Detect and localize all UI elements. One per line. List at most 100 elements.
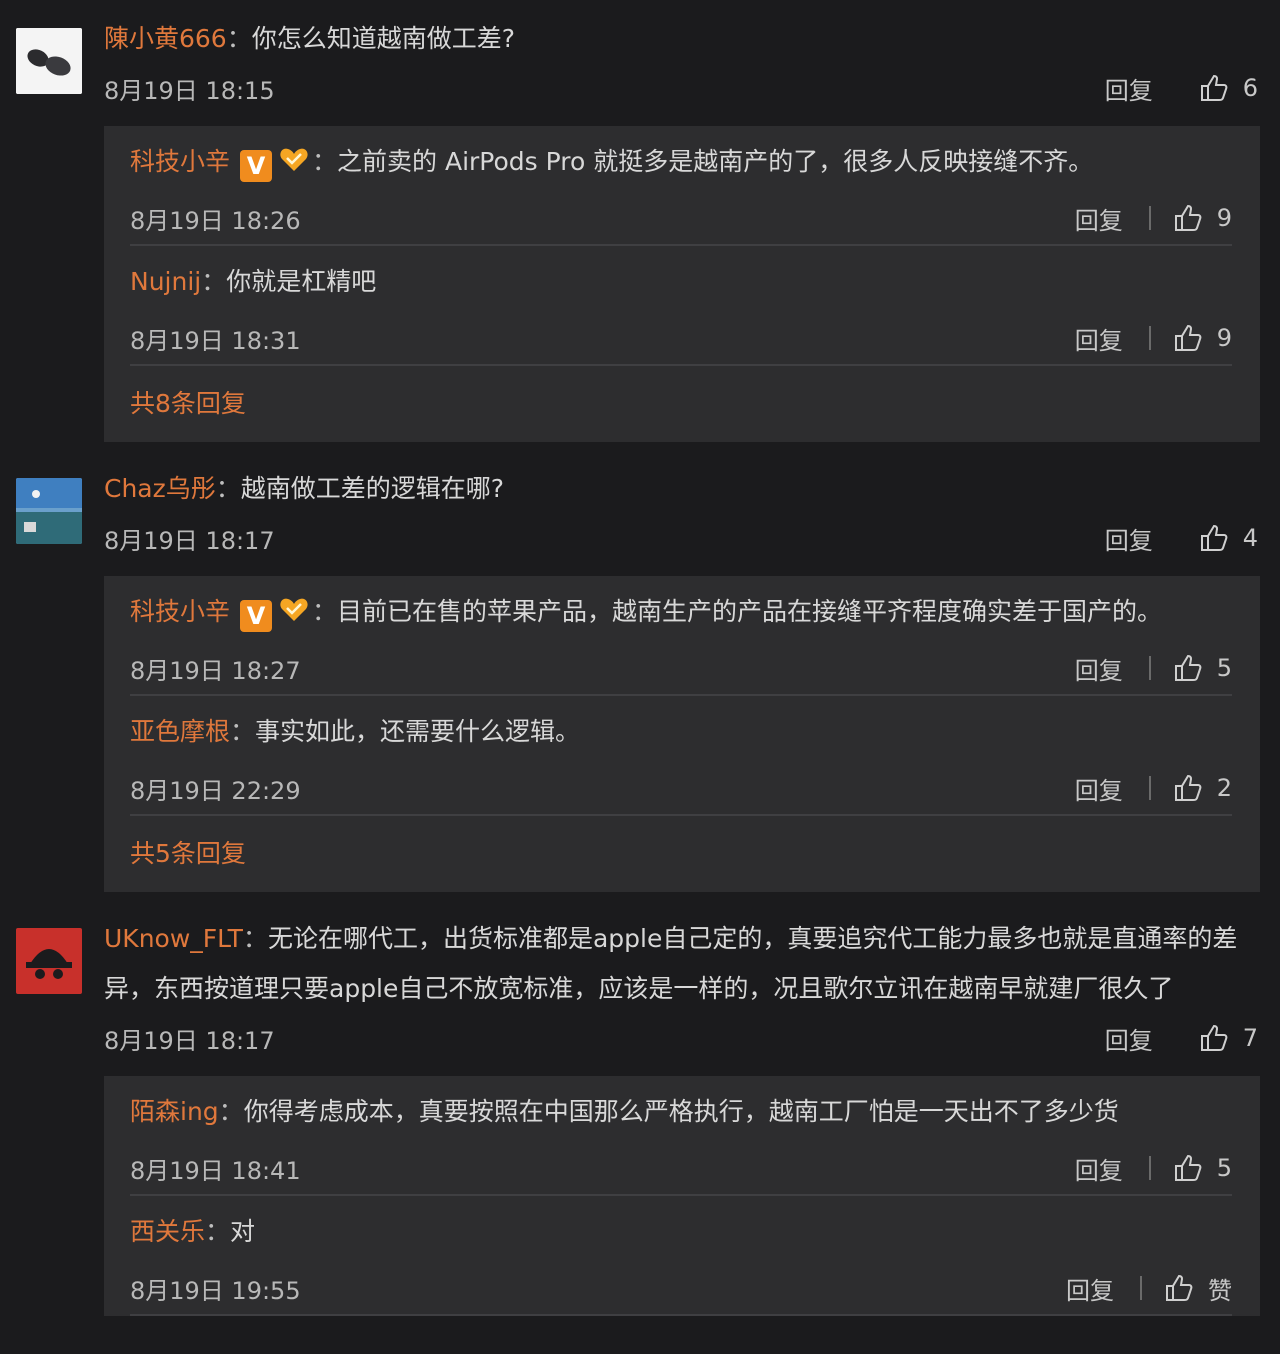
colon: ： xyxy=(201,267,227,296)
username[interactable]: 亚色摩根 xyxy=(130,717,230,746)
like-button[interactable]: 5 xyxy=(1173,1153,1232,1183)
reply-text: 对 xyxy=(230,1217,256,1246)
comment-text: 你怎么知道越南做工差? xyxy=(251,24,516,53)
timestamp: 8月19日 18:41 xyxy=(130,1156,301,1185)
reply-item: Nujnij：你就是杠精吧 8月19日 18:31 回复 9 xyxy=(130,246,1232,366)
like-count: 6 xyxy=(1242,74,1258,102)
divider xyxy=(1148,326,1151,350)
username[interactable]: 陳小黄666 xyxy=(104,24,227,53)
like-button[interactable]: 9 xyxy=(1173,203,1232,233)
thumbs-up-icon xyxy=(1174,774,1202,801)
reply-button[interactable]: 回复 xyxy=(1105,521,1153,556)
divider xyxy=(1148,776,1151,800)
like-button[interactable]: 6 xyxy=(1199,73,1258,103)
like-count: 5 xyxy=(1216,654,1232,682)
reply-actions: 回复 5 xyxy=(1075,651,1232,686)
like-count: 2 xyxy=(1216,774,1232,802)
reply-button[interactable]: 回复 xyxy=(1105,71,1153,106)
username[interactable]: 科技小辛 xyxy=(130,597,230,626)
reply-meta: 8月19日 18:26 回复 9 xyxy=(130,192,1232,244)
reply-meta: 8月19日 19:55 回复 赞 xyxy=(130,1262,1232,1314)
view-more-replies-link[interactable]: 共8条回复 xyxy=(130,366,1232,442)
username[interactable]: Nujnij xyxy=(130,267,201,296)
colon: ： xyxy=(215,474,241,503)
divider xyxy=(1148,656,1151,680)
comment-body: 陳小黄666：你怎么知道越南做工差? xyxy=(104,14,1280,64)
comment-body: UKnow_FLT：无论在哪代工，出货标准都是apple自己定的，真要追究代工能… xyxy=(104,914,1280,1014)
like-button[interactable]: 4 xyxy=(1199,523,1258,553)
timestamp: 8月19日 19:55 xyxy=(130,1276,301,1305)
avatar[interactable] xyxy=(16,928,82,994)
timestamp: 8月19日 18:31 xyxy=(130,326,301,355)
reply-button[interactable]: 回复 xyxy=(1066,1271,1114,1306)
like-count: 4 xyxy=(1242,524,1258,552)
colon: ： xyxy=(230,717,256,746)
reply-actions: 回复 9 xyxy=(1075,201,1232,236)
username[interactable]: UKnow_FLT xyxy=(104,924,243,953)
reply-body: 陌森ing：你得考虑成本，真要按照在中国那么严格执行，越南工厂怕是一天出不了多少… xyxy=(130,1076,1232,1142)
thumbs-up-icon xyxy=(1166,1274,1193,1301)
comment-meta: 8月19日 18:15 回复 6 xyxy=(104,64,1280,112)
like-button[interactable]: 5 xyxy=(1173,653,1232,683)
avatar[interactable] xyxy=(16,478,82,544)
reply-button[interactable]: 回复 xyxy=(1075,1151,1123,1186)
username[interactable]: 科技小辛 xyxy=(130,147,230,176)
reply-actions: 回复 9 xyxy=(1075,321,1232,356)
comment: 陳小黄666：你怎么知道越南做工差? 8月19日 18:15 回复 6 科技小辛… xyxy=(0,0,1280,442)
comment-actions: 回复 6 xyxy=(1105,71,1258,106)
reply-actions: 回复 2 xyxy=(1075,771,1232,806)
comment-actions: 回复 7 xyxy=(1105,1021,1258,1056)
comment-actions: 回复 4 xyxy=(1105,521,1258,556)
reply-button[interactable]: 回复 xyxy=(1075,771,1123,806)
verified-v-icon: V xyxy=(240,600,273,632)
timestamp: 8月19日 18:26 xyxy=(130,206,301,235)
like-count: 5 xyxy=(1216,1154,1232,1182)
colon: ： xyxy=(242,924,268,953)
like-count: 9 xyxy=(1216,204,1232,232)
reply-meta: 8月19日 22:29 回复 2 xyxy=(130,762,1232,814)
timestamp: 8月19日 18:15 xyxy=(104,76,275,105)
colon: ： xyxy=(205,1217,231,1246)
username[interactable]: 西关乐 xyxy=(130,1217,205,1246)
reply-button[interactable]: 回复 xyxy=(1105,1021,1153,1056)
reply-actions: 回复 赞 xyxy=(1066,1271,1232,1306)
reply-text: 你得考虑成本，真要按照在中国那么严格执行，越南工厂怕是一天出不了多少货 xyxy=(243,1097,1119,1126)
username[interactable]: 陌森ing xyxy=(130,1097,219,1126)
comment-thread: 陳小黄666：你怎么知道越南做工差? 8月19日 18:15 回复 6 科技小辛… xyxy=(0,0,1280,1316)
like-button[interactable]: 赞 xyxy=(1164,1271,1232,1306)
reply-item: 陌森ing：你得考虑成本，真要按照在中国那么严格执行，越南工厂怕是一天出不了多少… xyxy=(130,1076,1232,1196)
reply-meta: 8月19日 18:27 回复 5 xyxy=(130,642,1232,694)
reply-button[interactable]: 回复 xyxy=(1075,651,1123,686)
like-button[interactable]: 9 xyxy=(1173,323,1232,353)
comment-text: 越南做工差的逻辑在哪? xyxy=(240,474,505,503)
timestamp: 8月19日 22:29 xyxy=(130,776,301,805)
thumbs-up-icon xyxy=(1174,204,1202,231)
reply-text: 事实如此，还需要什么逻辑。 xyxy=(255,717,581,746)
reply-body: 西关乐：对 xyxy=(130,1196,1232,1262)
comment: Chaz乌彤：越南做工差的逻辑在哪? 8月19日 18:17 回复 4 科技小辛… xyxy=(0,442,1280,892)
reply-button[interactable]: 回复 xyxy=(1075,321,1123,356)
verified-v-icon: V xyxy=(240,150,273,182)
reply-item: 科技小辛 V ：目前已在售的苹果产品，越南生产的产品在接缝平齐程度确实差于国产的。 … xyxy=(130,576,1232,696)
view-more-replies-link[interactable]: 共5条回复 xyxy=(130,816,1232,892)
timestamp: 8月19日 18:17 xyxy=(104,1026,275,1055)
reply-meta: 8月19日 18:31 回复 9 xyxy=(130,312,1232,364)
colon: ： xyxy=(226,24,252,53)
reply-item: 亚色摩根：事实如此，还需要什么逻辑。 8月19日 22:29 回复 2 xyxy=(130,696,1232,816)
reply-item: 科技小辛 V ：之前卖的 AirPods Pro 就挺多是越南产的了，很多人反映接缝… xyxy=(130,126,1232,246)
thumbs-up-icon xyxy=(1174,654,1202,681)
like-count: 赞 xyxy=(1208,1276,1232,1305)
avatar[interactable] xyxy=(16,28,82,94)
divider xyxy=(1148,206,1151,230)
colon: ： xyxy=(312,147,338,176)
reply-text: 你就是杠精吧 xyxy=(226,267,377,296)
reply-text: 之前卖的 AirPods Pro 就挺多是越南产的了，很多人反映接缝不齐。 xyxy=(337,147,1094,176)
comment-meta: 8月19日 18:17 回复 7 xyxy=(104,1014,1280,1062)
reply-button[interactable]: 回复 xyxy=(1075,201,1123,236)
username[interactable]: Chaz乌彤 xyxy=(104,474,216,503)
reply-actions: 回复 5 xyxy=(1075,1151,1232,1186)
comment: UKnow_FLT：无论在哪代工，出货标准都是apple自己定的，真要追究代工能… xyxy=(0,892,1280,1316)
like-button[interactable]: 7 xyxy=(1199,1023,1258,1053)
comment-meta: 8月19日 18:17 回复 4 xyxy=(104,514,1280,562)
like-button[interactable]: 2 xyxy=(1173,773,1232,803)
